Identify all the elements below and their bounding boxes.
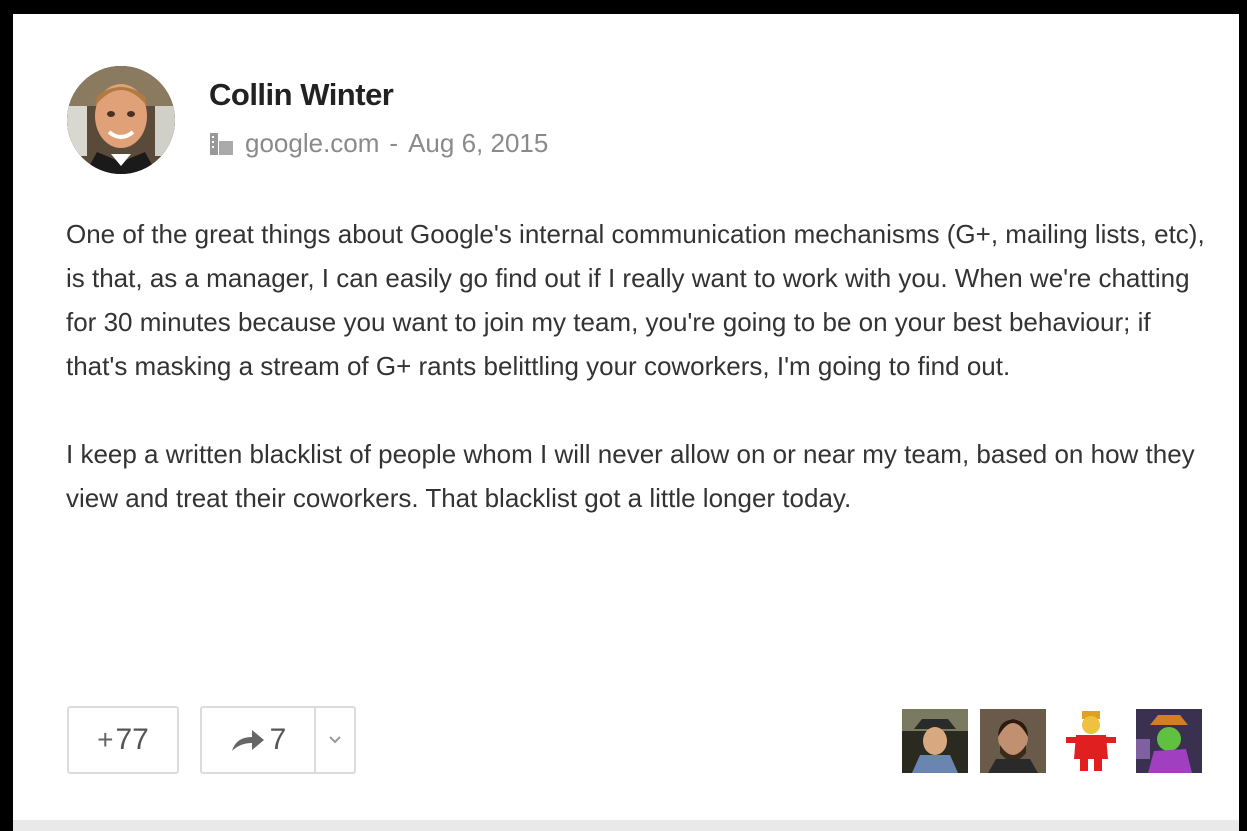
post-body: One of the great things about Google's i…	[66, 212, 1206, 520]
author-name[interactable]: Collin Winter	[209, 77, 394, 113]
post-card: Collin Winter google.com - Aug 6, 2015 O…	[13, 14, 1239, 824]
share-count: 7	[269, 723, 287, 756]
sharer-avatar[interactable]	[1058, 709, 1124, 773]
meta-separator: -	[389, 127, 399, 158]
post-date[interactable]: Aug 6, 2015	[408, 128, 548, 159]
card-bottom-edge	[13, 820, 1239, 831]
plus-one-button[interactable]: + 77	[67, 706, 179, 774]
share-more-button[interactable]	[316, 708, 354, 772]
chevron-down-icon	[329, 736, 341, 744]
share-button[interactable]: 7	[202, 708, 314, 772]
building-icon	[209, 131, 235, 155]
post-meta: google.com - Aug 6, 2015	[209, 126, 548, 160]
post-paragraph: I keep a written blacklist of people who…	[66, 439, 1195, 513]
share-arrow-icon	[230, 727, 266, 753]
sharer-avatar[interactable]	[980, 709, 1046, 773]
post-domain[interactable]: google.com	[245, 128, 379, 159]
sharer-avatar[interactable]	[1136, 709, 1202, 773]
plus-icon: +	[97, 724, 114, 755]
author-avatar-image	[67, 66, 175, 174]
sharer-avatars	[902, 709, 1202, 773]
sharer-avatar[interactable]	[902, 709, 968, 773]
share-button-group: 7	[200, 706, 356, 774]
plus-one-count: 77	[115, 723, 149, 756]
author-avatar[interactable]	[67, 66, 175, 174]
post-paragraph: One of the great things about Google's i…	[66, 219, 1205, 381]
